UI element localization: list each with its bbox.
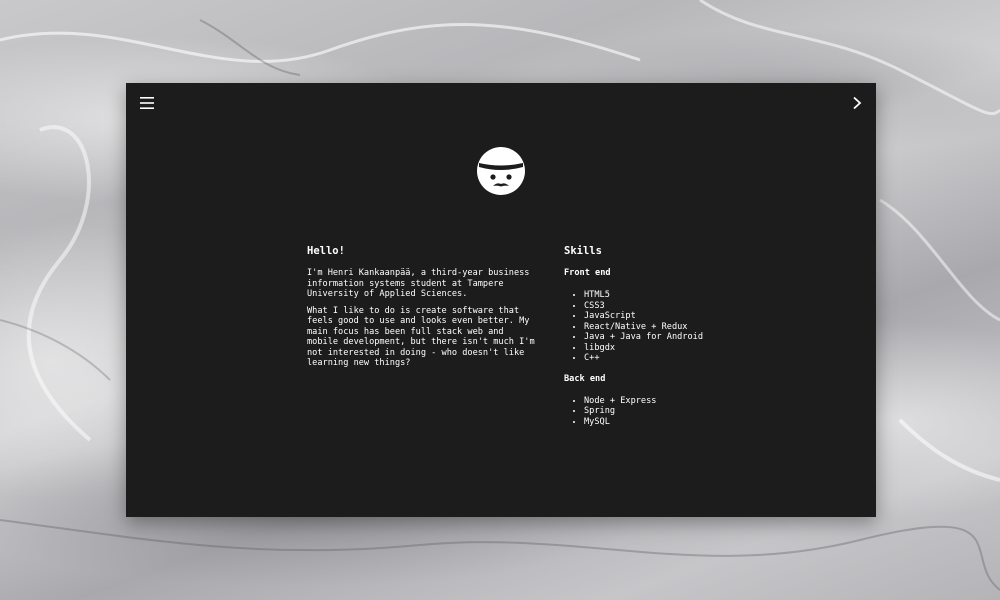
frontend-list: HTML5 CSS3 JavaScript React/Native + Red… — [564, 290, 764, 364]
about-paragraph: I'm Henri Kankaanpää, a third-year busin… — [307, 268, 530, 299]
skill-item: Node + Express — [584, 396, 764, 407]
about-heading: Hello! — [307, 245, 345, 257]
backend-heading: Back end — [564, 373, 606, 384]
skill-item: Spring — [584, 406, 764, 417]
about-section: Hello! I'm Henri Kankaanpää, a third-yea… — [307, 245, 537, 375]
skill-item: C++ — [584, 353, 764, 364]
backend-list: Node + Express Spring MySQL — [564, 396, 764, 428]
skill-item: JavaScript — [584, 311, 764, 322]
skills-heading: Skills — [564, 245, 602, 257]
skill-item: CSS3 — [584, 301, 764, 312]
beanie-face-avatar — [476, 146, 526, 196]
skill-item: React/Native + Redux — [584, 322, 764, 333]
skill-item: libgdx — [584, 343, 764, 354]
about-paragraph: What I like to do is create software tha… — [307, 305, 535, 369]
skill-item: Java + Java for Android — [584, 332, 764, 343]
skills-section: Skills Front end HTML5 CSS3 JavaScript R… — [564, 245, 764, 437]
skill-item: MySQL — [584, 417, 764, 428]
hamburger-menu-icon[interactable] — [140, 95, 154, 109]
frontend-heading: Front end — [564, 268, 611, 278]
chevron-right-icon[interactable] — [851, 95, 863, 110]
skill-item: HTML5 — [584, 290, 764, 301]
website-panel: Hello! I'm Henri Kankaanpää, a third-yea… — [126, 83, 876, 517]
